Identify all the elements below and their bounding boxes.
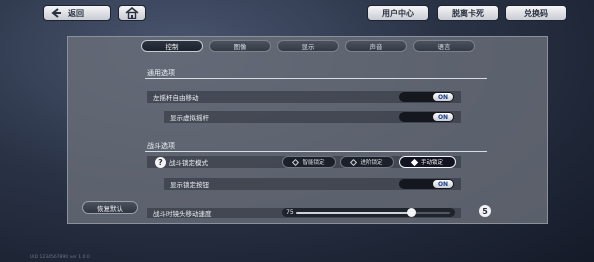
free-move-toggle-state: ON [433, 93, 453, 101]
help-icon[interactable]: ? [155, 157, 166, 168]
show-lock-button-toggle-state: ON [433, 180, 453, 188]
footer-version: UID 1234567890 ver 1.0.0 [30, 255, 90, 260]
lock-option-manual[interactable]: 手动锁定 [399, 156, 456, 168]
setting-row-virtual-joystick: 显示虚拟摇杆 ON [164, 111, 461, 123]
tab-graphics[interactable]: 图像 [209, 40, 271, 52]
diamond-filled-icon [410, 158, 419, 166]
home-button[interactable] [118, 5, 146, 21]
back-label: 返回 [68, 8, 84, 18]
diamond-icon [350, 158, 358, 166]
slider-rest [411, 212, 450, 214]
diamond-icon [292, 158, 300, 166]
virtual-joystick-label: 显示虚拟摇杆 [170, 114, 209, 122]
settings-tabs: 控制 图像 显示 声音 语言 [141, 40, 475, 52]
lock-option-manual-label: 手动锁定 [420, 160, 443, 166]
slider-fill [296, 212, 412, 214]
tab-sound[interactable]: 声音 [345, 40, 407, 52]
free-move-label: 左摇杆自由移动 [153, 94, 199, 102]
slider-handle[interactable] [407, 208, 416, 217]
virtual-joystick-toggle-state: ON [433, 113, 453, 121]
general-divider [145, 78, 487, 79]
lock-option-advanced-label: 进阶锁定 [360, 160, 383, 166]
general-section-title: 通用选项 [147, 69, 175, 77]
reset-defaults-button[interactable]: 恢复默认 [82, 201, 138, 214]
home-icon [125, 7, 139, 19]
lock-option-smart[interactable]: 智能锁定 [282, 156, 336, 168]
camera-speed-slider[interactable] [282, 208, 455, 217]
combat-section-title: 战斗选项 [147, 142, 175, 150]
settings-panel: 控制 图像 显示 声音 语言 [67, 36, 548, 224]
show-lock-button-label: 显示锁定按钮 [170, 181, 209, 189]
setting-row-show-lock-button: 显示锁定按钮 ON [164, 178, 461, 190]
back-arrow-icon [51, 8, 61, 18]
user-center-button[interactable]: 用户中心 [367, 5, 429, 21]
setting-row-free-move: 左摇杆自由移动 ON [147, 91, 461, 103]
tab-display[interactable]: 显示 [277, 40, 339, 52]
tab-language[interactable]: 语言 [413, 40, 475, 52]
camera-speed-label: 战斗时镜头移动速度 [153, 210, 212, 218]
info-badge[interactable]: 5 [479, 205, 491, 217]
lock-option-advanced[interactable]: 进阶锁定 [340, 156, 394, 168]
back-button[interactable]: 返回 [43, 5, 111, 21]
lock-option-smart-label: 智能锁定 [302, 160, 325, 166]
free-move-toggle[interactable]: ON [399, 92, 454, 102]
unstuck-button[interactable]: 脱离卡死 [437, 5, 499, 21]
virtual-joystick-toggle[interactable]: ON [399, 112, 454, 122]
tab-control[interactable]: 控制 [141, 40, 203, 52]
redeem-code-button[interactable]: 兑换码 [505, 5, 567, 21]
camera-speed-value: 75 [286, 209, 294, 216]
combat-divider [145, 151, 487, 152]
show-lock-button-toggle[interactable]: ON [399, 179, 454, 189]
